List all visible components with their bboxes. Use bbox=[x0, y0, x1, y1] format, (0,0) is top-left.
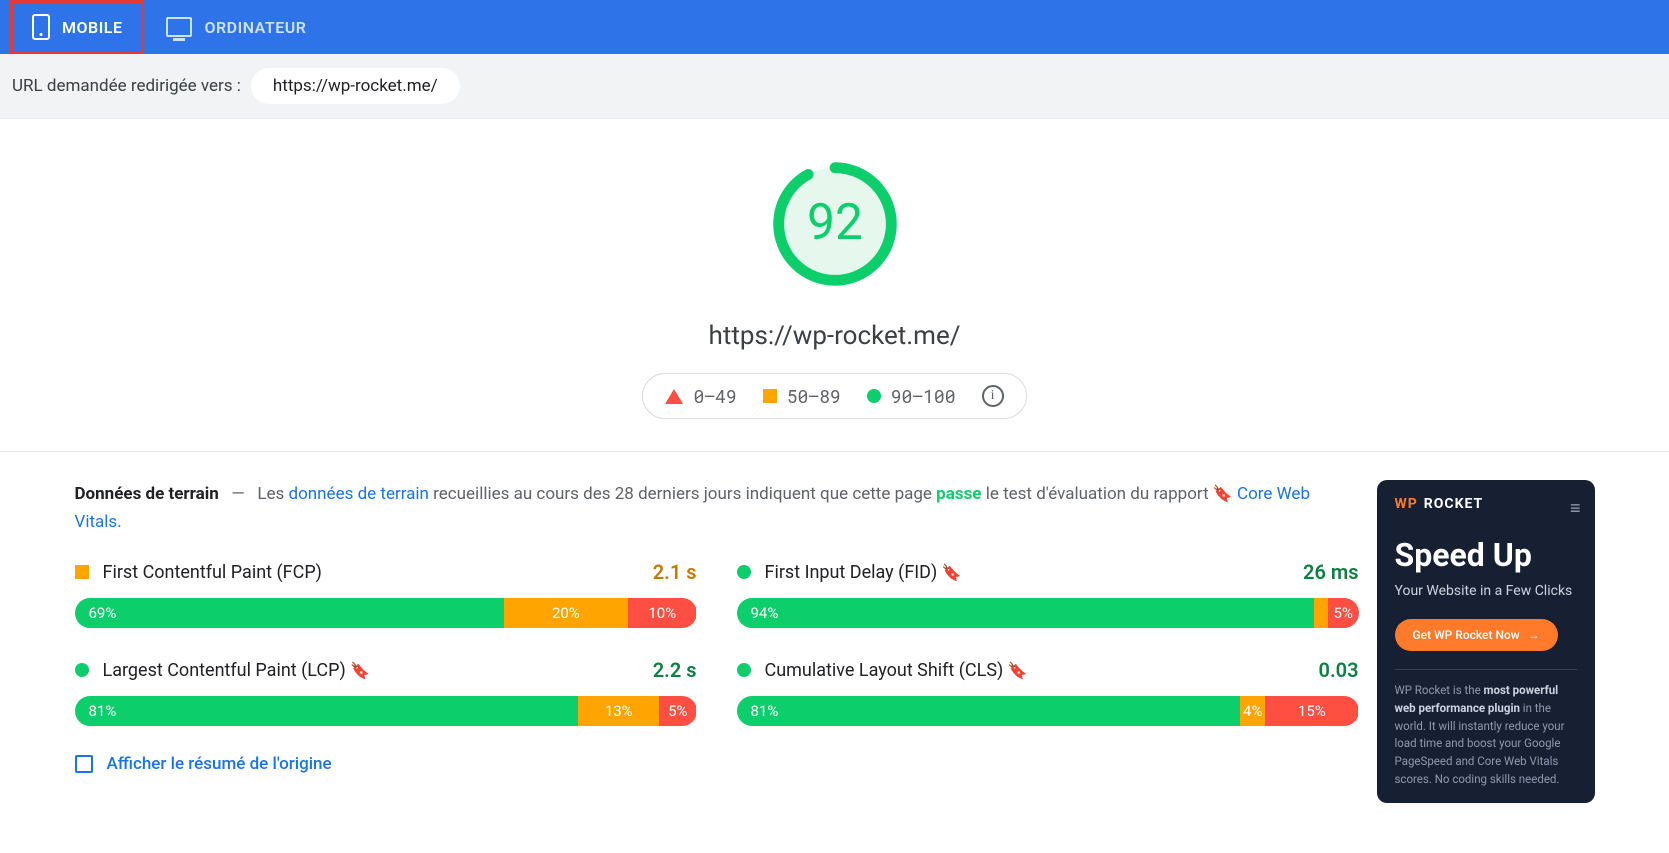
intro-title: Données de terrain bbox=[75, 484, 219, 504]
tab-desktop-label: ORDINATEUR bbox=[204, 18, 306, 37]
metric-cls-name: Cumulative Layout Shift (CLS) 🔖 bbox=[765, 660, 1305, 681]
tab-mobile-label: MOBILE bbox=[62, 18, 122, 37]
square-icon bbox=[75, 565, 89, 579]
metric-fcp-bar: 69% 20% 10% bbox=[75, 598, 697, 628]
metric-fcp-name: First Contentful Paint (FCP) bbox=[103, 562, 639, 583]
origin-summary-toggle[interactable]: Afficher le résumé de l'origine bbox=[75, 754, 1359, 774]
metric-cls-value: 0.03 bbox=[1319, 658, 1359, 682]
preview-cta: Get WP Rocket Now→ bbox=[1395, 619, 1558, 651]
circle-icon bbox=[867, 389, 881, 403]
menu-icon: ≡ bbox=[1570, 498, 1581, 519]
circle-icon bbox=[75, 663, 89, 677]
bookmark-icon: 🔖 bbox=[1213, 484, 1233, 503]
score-value: 92 bbox=[806, 194, 862, 252]
pass-status: passe bbox=[936, 484, 981, 504]
metric-fid-bar: 94% 5% bbox=[737, 598, 1359, 628]
redirect-url: https://wp-rocket.me/ bbox=[251, 68, 460, 104]
metric-lcp-value: 2.2 s bbox=[653, 658, 697, 682]
legend-mid: 50–89 bbox=[787, 384, 841, 408]
metric-cls: Cumulative Layout Shift (CLS) 🔖 0.03 81%… bbox=[737, 658, 1359, 726]
origin-summary-label: Afficher le résumé de l'origine bbox=[107, 754, 332, 774]
score-gauge: 92 bbox=[770, 159, 900, 289]
metric-fid-value: 26 ms bbox=[1303, 560, 1358, 584]
triangle-icon bbox=[665, 389, 683, 404]
circle-icon bbox=[737, 663, 751, 677]
desktop-icon bbox=[166, 17, 192, 37]
metric-lcp-name: Largest Contentful Paint (LCP) 🔖 bbox=[103, 660, 639, 681]
device-tabs: MOBILE ORDINATEUR bbox=[0, 0, 1669, 54]
metric-fcp: First Contentful Paint (FCP) 2.1 s 69% 2… bbox=[75, 560, 697, 628]
arrow-icon: → bbox=[1528, 628, 1540, 642]
bookmark-icon: 🔖 bbox=[1008, 661, 1028, 680]
metric-lcp-bar: 81% 13% 5% bbox=[75, 696, 697, 726]
bookmark-icon: 🔖 bbox=[942, 563, 962, 582]
square-icon bbox=[763, 389, 777, 403]
preview-headline: Speed Up bbox=[1395, 536, 1577, 574]
metric-cls-bar: 81% 4% 15% bbox=[737, 696, 1359, 726]
mobile-icon bbox=[32, 14, 50, 40]
legend-high: 90–100 bbox=[891, 384, 956, 408]
legend-low: 0–49 bbox=[693, 384, 736, 408]
tab-mobile[interactable]: MOBILE bbox=[10, 0, 144, 54]
tested-url: https://wp-rocket.me/ bbox=[0, 321, 1669, 351]
info-icon[interactable]: i bbox=[982, 385, 1004, 407]
metric-lcp: Largest Contentful Paint (LCP) 🔖 2.2 s 8… bbox=[75, 658, 697, 726]
page-preview: WP ROCKET ≡ Speed Up Your Website in a F… bbox=[1377, 480, 1595, 803]
preview-desc: WP Rocket is the most powerful web perfo… bbox=[1395, 682, 1577, 789]
metric-fid: First Input Delay (FID) 🔖 26 ms 94% 5% bbox=[737, 560, 1359, 628]
field-data-section: Données de terrain — Les données de terr… bbox=[65, 452, 1605, 803]
metric-fid-name: First Input Delay (FID) 🔖 bbox=[765, 562, 1290, 583]
metric-fcp-value: 2.1 s bbox=[653, 560, 697, 584]
circle-icon bbox=[737, 565, 751, 579]
score-legend: 0–49 50–89 90–100 i bbox=[642, 373, 1026, 419]
field-data-link[interactable]: données de terrain bbox=[289, 484, 429, 504]
checkbox-icon bbox=[75, 755, 93, 773]
score-section: 92 https://wp-rocket.me/ 0–49 50–89 90–1… bbox=[0, 119, 1669, 452]
metrics-grid: First Contentful Paint (FCP) 2.1 s 69% 2… bbox=[75, 560, 1359, 726]
field-data-intro: Données de terrain — Les données de terr… bbox=[75, 480, 1359, 536]
preview-sub: Your Website in a Few Clicks bbox=[1395, 582, 1577, 601]
preview-brand: WP ROCKET bbox=[1395, 496, 1577, 512]
bookmark-icon: 🔖 bbox=[350, 661, 370, 680]
redirect-label: URL demandée redirigée vers : bbox=[12, 76, 241, 96]
tab-desktop[interactable]: ORDINATEUR bbox=[144, 0, 328, 54]
redirect-bar: URL demandée redirigée vers : https://wp… bbox=[0, 54, 1669, 119]
